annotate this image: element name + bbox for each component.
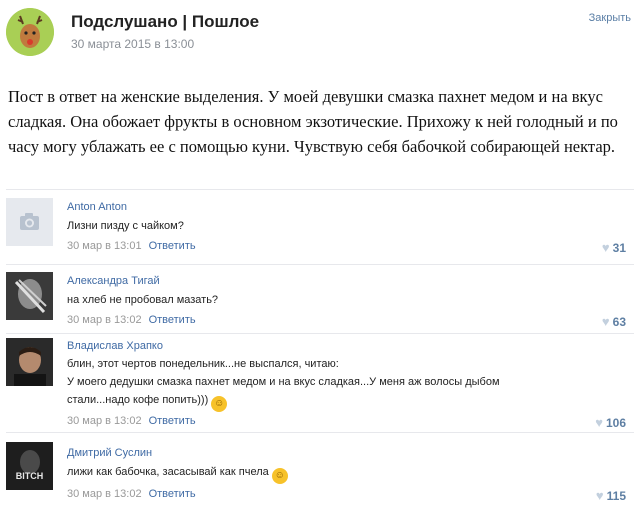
comment-meta: 30 мар в 13:01 Ответить — [67, 240, 196, 252]
comment-time[interactable]: 30 мар в 13:02 — [67, 314, 142, 326]
reply-button[interactable]: Ответить — [149, 488, 196, 500]
deer-icon — [6, 8, 54, 56]
like-button[interactable]: ♥ 63 — [602, 314, 626, 329]
post-text: Пост в ответ на женские выделения. У мое… — [8, 87, 618, 156]
reply-button[interactable]: Ответить — [149, 240, 196, 252]
like-button[interactable]: ♥ 31 — [602, 240, 626, 255]
heart-icon: ♥ — [601, 314, 610, 329]
comment-meta: 30 мар в 13:02 Ответить — [67, 314, 196, 326]
divider — [6, 264, 634, 265]
camera-icon — [20, 213, 39, 230]
comment-text-line: У моего дедушки смазка пахнет медом и на… — [67, 376, 500, 388]
heart-icon: ♥ — [595, 415, 603, 430]
reply-button[interactable]: Ответить — [149, 415, 196, 427]
avatar[interactable]: BITCH — [6, 442, 53, 490]
comment-text: на хлеб не пробовал мазать? — [67, 294, 219, 306]
user-photo-icon: BITCH — [6, 442, 53, 490]
avatar[interactable] — [6, 338, 53, 386]
reply-button[interactable]: Ответить — [149, 314, 196, 326]
community-avatar[interactable] — [6, 8, 54, 56]
comment-text-line: стали...надо кофе попить))) ☺ — [67, 391, 537, 412]
user-photo-icon — [6, 338, 53, 386]
comment-author[interactable]: Anton Anton — [67, 201, 127, 213]
comment-meta: 30 мар в 13:02 Ответить — [67, 415, 196, 427]
smile-emoji-icon: ☺ — [271, 468, 288, 484]
smile-emoji-icon: ☺ — [211, 396, 228, 412]
divider — [6, 189, 634, 190]
comment-text-content: лижи как бабочка, засасывай как пчела — [67, 466, 269, 478]
divider — [6, 333, 634, 334]
close-link[interactable]: Закрыть — [589, 12, 631, 24]
avatar[interactable] — [6, 198, 53, 246]
comment-text-line: блин, этот чертов понедельник...не выспа… — [67, 358, 339, 370]
comment-text: Лизни пизду с чайком? — [67, 220, 184, 232]
comment-time[interactable]: 30 мар в 13:02 — [67, 488, 142, 500]
user-photo-icon — [6, 272, 53, 320]
comment-text-line-content: стали...надо кофе попить))) — [67, 394, 209, 406]
page-title[interactable]: Подслушано | Пошлое — [71, 12, 259, 32]
avatar[interactable] — [6, 272, 53, 320]
comment-time[interactable]: 30 мар в 13:01 — [67, 240, 142, 252]
like-count: 115 — [606, 489, 626, 503]
like-button[interactable]: ♥ 106 — [595, 415, 626, 430]
post-date[interactable]: 30 марта 2015 в 13:00 — [71, 37, 194, 51]
like-count: 31 — [612, 241, 626, 255]
like-button[interactable]: ♥ 115 — [596, 488, 626, 503]
like-count: 63 — [612, 315, 626, 329]
heart-icon: ♥ — [601, 240, 610, 255]
heart-icon: ♥ — [595, 488, 604, 503]
comment-author[interactable]: Дмитрий Суслин — [67, 447, 152, 459]
comment-text-line: лижи как бабочка, засасывай как пчела ☺ — [67, 463, 537, 484]
comment-author[interactable]: Владислав Храпко — [67, 340, 163, 352]
post-header: Подслушано | Пошлое 30 марта 2015 в 13:0… — [0, 0, 640, 68]
comment-meta: 30 мар в 13:02 Ответить — [67, 488, 196, 500]
divider — [6, 432, 634, 433]
comment-time[interactable]: 30 мар в 13:02 — [67, 415, 142, 427]
avatar-caption: BITCH — [16, 471, 44, 481]
like-count: 106 — [605, 416, 626, 430]
comment-author[interactable]: Александра Тигай — [67, 275, 160, 287]
